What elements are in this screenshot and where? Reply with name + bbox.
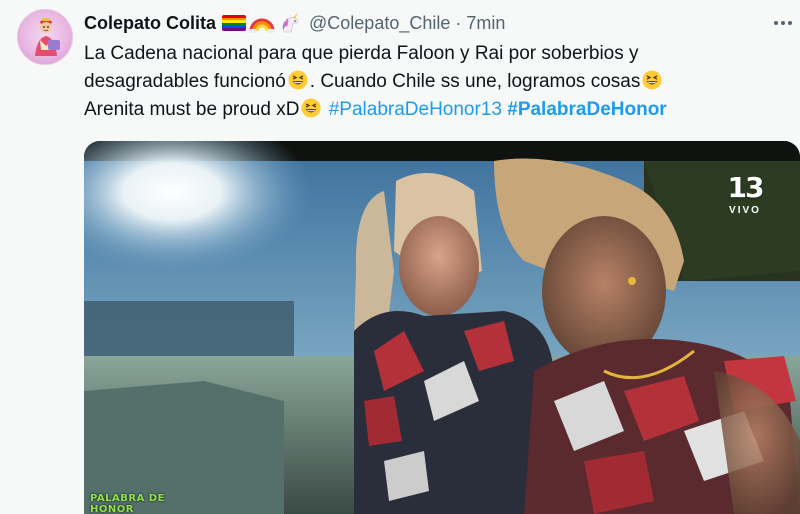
hashtag-link[interactable]: #PalabraDeHonor13: [329, 99, 502, 120]
channel-logo: 13 VIVO: [720, 173, 770, 221]
timestamp[interactable]: 7min: [466, 13, 505, 34]
rainbow-flag-icon: [222, 15, 247, 31]
name-emojis: [222, 12, 302, 34]
channel-number: 13: [727, 171, 765, 204]
more-options-icon[interactable]: [770, 12, 796, 34]
grinning-squinting-face-icon: [301, 98, 321, 118]
avatar-illustration-icon: [35, 18, 60, 56]
tweet-text-line-2: desagradables funcionó . Cuando Chile ss …: [84, 68, 784, 96]
rainbow-icon: [249, 18, 276, 33]
avatar[interactable]: [17, 9, 73, 65]
text-segment: . Cuando Chile ss une, logramos cosas: [309, 71, 641, 92]
tweet-text-line-1: La Cadena nacional para que pierda Faloo…: [84, 43, 639, 64]
live-label: VIVO: [729, 205, 761, 216]
display-name[interactable]: Colepato Colita: [84, 13, 216, 34]
hashtag-link[interactable]: #PalabraDeHonor: [507, 99, 666, 120]
text-segment: Arenita must be proud xD: [84, 99, 300, 120]
tweet-text: La Cadena nacional para que pierda Faloo…: [84, 40, 784, 124]
show-logo: PALABRA DE HONOR: [90, 493, 180, 514]
grinning-squinting-face-icon: [642, 70, 662, 90]
separator-dot: ·: [455, 12, 462, 33]
tweet-text-line-3: Arenita must be proud xD #PalabraDeHonor…: [84, 96, 784, 124]
handle[interactable]: @Colepato_Chile: [309, 13, 450, 34]
unicorn-icon: [282, 12, 299, 33]
text-segment: desagradables funcionó: [84, 71, 286, 92]
video-frame-image: [84, 141, 800, 514]
grinning-squinting-face-icon: [288, 70, 308, 90]
tweet[interactable]: Colepato Colita @Colepato_Chile · 7min L…: [0, 0, 800, 514]
show-logo-line-1: PALABRA DE: [90, 493, 165, 504]
tweet-media[interactable]: 13 VIVO PALABRA DE HONOR: [84, 141, 800, 514]
show-logo-line-2: HONOR: [90, 504, 134, 514]
tweet-header: Colepato Colita @Colepato_Chile · 7min: [84, 10, 505, 36]
